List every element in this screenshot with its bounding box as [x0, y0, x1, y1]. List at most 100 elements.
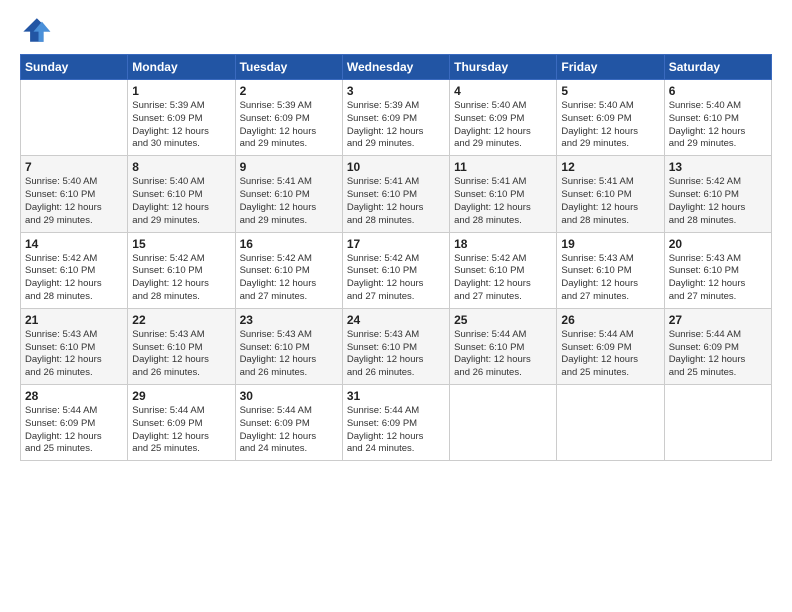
calendar-cell: 4 Sunrise: 5:40 AM Sunset: 6:09 PM Daylig… [450, 80, 557, 156]
day-detail: Sunrise: 5:42 AM Sunset: 6:10 PM Dayligh… [454, 253, 552, 304]
day-detail: Sunrise: 5:40 AM Sunset: 6:10 PM Dayligh… [669, 100, 767, 151]
calendar-cell: 19 Sunrise: 5:43 AM Sunset: 6:10 PM Dayli… [557, 232, 664, 308]
day-number: 10 [347, 160, 445, 174]
header [20, 16, 772, 44]
day-number: 3 [347, 84, 445, 98]
day-detail: Sunrise: 5:40 AM Sunset: 6:10 PM Dayligh… [132, 176, 230, 227]
day-detail: Sunrise: 5:43 AM Sunset: 6:10 PM Dayligh… [132, 329, 230, 380]
calendar-cell: 12 Sunrise: 5:41 AM Sunset: 6:10 PM Dayli… [557, 156, 664, 232]
day-detail: Sunrise: 5:42 AM Sunset: 6:10 PM Dayligh… [132, 253, 230, 304]
day-detail: Sunrise: 5:43 AM Sunset: 6:10 PM Dayligh… [240, 329, 338, 380]
calendar-cell [664, 385, 771, 461]
week-row-5: 28 Sunrise: 5:44 AM Sunset: 6:09 PM Dayli… [21, 385, 772, 461]
day-detail: Sunrise: 5:44 AM Sunset: 6:09 PM Dayligh… [347, 405, 445, 456]
calendar-cell: 15Sunrise: 5:42 AM Sunset: 6:10 PM Dayli… [128, 232, 235, 308]
day-detail: Sunrise: 5:43 AM Sunset: 6:10 PM Dayligh… [669, 253, 767, 304]
day-number: 12 [561, 160, 659, 174]
logo [20, 16, 56, 44]
calendar-cell: 30Sunrise: 5:44 AM Sunset: 6:09 PM Dayli… [235, 385, 342, 461]
day-number: 23 [240, 313, 338, 327]
day-detail: Sunrise: 5:41 AM Sunset: 6:10 PM Dayligh… [561, 176, 659, 227]
calendar-cell: 27 Sunrise: 5:44 AM Sunset: 6:09 PM Dayli… [664, 308, 771, 384]
day-detail: Sunrise: 5:39 AM Sunset: 6:09 PM Dayligh… [132, 100, 230, 151]
week-row-4: 21 Sunrise: 5:43 AM Sunset: 6:10 PM Dayli… [21, 308, 772, 384]
day-detail: Sunrise: 5:41 AM Sunset: 6:10 PM Dayligh… [454, 176, 552, 227]
day-number: 27 [669, 313, 767, 327]
day-detail: Sunrise: 5:42 AM Sunset: 6:10 PM Dayligh… [347, 253, 445, 304]
calendar-cell: 11 Sunrise: 5:41 AM Sunset: 6:10 PM Dayli… [450, 156, 557, 232]
day-number: 16 [240, 237, 338, 251]
calendar-cell: 20 Sunrise: 5:43 AM Sunset: 6:10 PM Dayli… [664, 232, 771, 308]
day-detail: Sunrise: 5:44 AM Sunset: 6:09 PM Dayligh… [132, 405, 230, 456]
calendar-cell: 26 Sunrise: 5:44 AM Sunset: 6:09 PM Dayli… [557, 308, 664, 384]
col-header-saturday: Saturday [664, 55, 771, 80]
calendar-cell [21, 80, 128, 156]
calendar-cell: 7Sunrise: 5:40 AM Sunset: 6:10 PM Daylig… [21, 156, 128, 232]
day-detail: Sunrise: 5:43 AM Sunset: 6:10 PM Dayligh… [25, 329, 123, 380]
week-row-3: 14Sunrise: 5:42 AM Sunset: 6:10 PM Dayli… [21, 232, 772, 308]
day-detail: Sunrise: 5:39 AM Sunset: 6:09 PM Dayligh… [347, 100, 445, 151]
page: SundayMondayTuesdayWednesdayThursdayFrid… [0, 0, 792, 471]
calendar-cell: 18Sunrise: 5:42 AM Sunset: 6:10 PM Dayli… [450, 232, 557, 308]
calendar-cell [450, 385, 557, 461]
header-row: SundayMondayTuesdayWednesdayThursdayFrid… [21, 55, 772, 80]
day-detail: Sunrise: 5:40 AM Sunset: 6:09 PM Dayligh… [454, 100, 552, 151]
calendar-cell: 25Sunrise: 5:44 AM Sunset: 6:10 PM Dayli… [450, 308, 557, 384]
calendar-table: SundayMondayTuesdayWednesdayThursdayFrid… [20, 54, 772, 461]
day-detail: Sunrise: 5:39 AM Sunset: 6:09 PM Dayligh… [240, 100, 338, 151]
day-detail: Sunrise: 5:44 AM Sunset: 6:09 PM Dayligh… [561, 329, 659, 380]
day-detail: Sunrise: 5:44 AM Sunset: 6:09 PM Dayligh… [669, 329, 767, 380]
logo-icon [20, 16, 52, 44]
col-header-tuesday: Tuesday [235, 55, 342, 80]
day-number: 20 [669, 237, 767, 251]
day-detail: Sunrise: 5:40 AM Sunset: 6:09 PM Dayligh… [561, 100, 659, 151]
calendar-cell: 31 Sunrise: 5:44 AM Sunset: 6:09 PM Dayli… [342, 385, 449, 461]
day-number: 6 [669, 84, 767, 98]
day-detail: Sunrise: 5:43 AM Sunset: 6:10 PM Dayligh… [347, 329, 445, 380]
col-header-monday: Monday [128, 55, 235, 80]
day-number: 1 [132, 84, 230, 98]
day-number: 7 [25, 160, 123, 174]
col-header-wednesday: Wednesday [342, 55, 449, 80]
day-number: 26 [561, 313, 659, 327]
calendar-cell: 29 Sunrise: 5:44 AM Sunset: 6:09 PM Dayli… [128, 385, 235, 461]
day-detail: Sunrise: 5:42 AM Sunset: 6:10 PM Dayligh… [25, 253, 123, 304]
day-number: 24 [347, 313, 445, 327]
day-number: 5 [561, 84, 659, 98]
calendar-cell: 17Sunrise: 5:42 AM Sunset: 6:10 PM Dayli… [342, 232, 449, 308]
day-number: 29 [132, 389, 230, 403]
calendar-cell: 16 Sunrise: 5:42 AM Sunset: 6:10 PM Dayli… [235, 232, 342, 308]
calendar-cell: 2 Sunrise: 5:39 AM Sunset: 6:09 PM Daylig… [235, 80, 342, 156]
day-detail: Sunrise: 5:44 AM Sunset: 6:09 PM Dayligh… [25, 405, 123, 456]
calendar-cell: 3 Sunrise: 5:39 AM Sunset: 6:09 PM Daylig… [342, 80, 449, 156]
day-detail: Sunrise: 5:43 AM Sunset: 6:10 PM Dayligh… [561, 253, 659, 304]
week-row-2: 7 Sunrise: 5:40 AM Sunset: 6:10 PM Daylig… [21, 156, 772, 232]
day-number: 19 [561, 237, 659, 251]
day-number: 4 [454, 84, 552, 98]
day-detail: Sunrise: 5:41 AM Sunset: 6:10 PM Dayligh… [240, 176, 338, 227]
day-number: 21 [25, 313, 123, 327]
calendar-cell: 8 Sunrise: 5:40 AM Sunset: 6:10 PM Daylig… [128, 156, 235, 232]
day-number: 13 [669, 160, 767, 174]
day-number: 22 [132, 313, 230, 327]
calendar-cell: 5 Sunrise: 5:40 AM Sunset: 6:09 PM Daylig… [557, 80, 664, 156]
day-number: 11 [454, 160, 552, 174]
day-number: 28 [25, 389, 123, 403]
day-detail: Sunrise: 5:42 AM Sunset: 6:10 PM Dayligh… [669, 176, 767, 227]
calendar-cell: 24 Sunrise: 5:43 AM Sunset: 6:10 PM Dayli… [342, 308, 449, 384]
day-number: 31 [347, 389, 445, 403]
day-number: 8 [132, 160, 230, 174]
day-detail: Sunrise: 5:42 AM Sunset: 6:10 PM Dayligh… [240, 253, 338, 304]
col-header-thursday: Thursday [450, 55, 557, 80]
calendar-cell: 28 Sunrise: 5:44 AM Sunset: 6:09 PM Dayli… [21, 385, 128, 461]
day-detail: Sunrise: 5:44 AM Sunset: 6:10 PM Dayligh… [454, 329, 552, 380]
day-number: 2 [240, 84, 338, 98]
calendar-cell: 9Sunrise: 5:41 AM Sunset: 6:10 PM Daylig… [235, 156, 342, 232]
day-detail: Sunrise: 5:41 AM Sunset: 6:10 PM Dayligh… [347, 176, 445, 227]
calendar-cell: 1 Sunrise: 5:39 AM Sunset: 6:09 PM Daylig… [128, 80, 235, 156]
calendar-cell: 6 Sunrise: 5:40 AM Sunset: 6:10 PM Daylig… [664, 80, 771, 156]
day-detail: Sunrise: 5:44 AM Sunset: 6:09 PM Dayligh… [240, 405, 338, 456]
calendar-cell: 22 Sunrise: 5:43 AM Sunset: 6:10 PM Dayli… [128, 308, 235, 384]
calendar-cell: 13 Sunrise: 5:42 AM Sunset: 6:10 PM Dayli… [664, 156, 771, 232]
col-header-sunday: Sunday [21, 55, 128, 80]
